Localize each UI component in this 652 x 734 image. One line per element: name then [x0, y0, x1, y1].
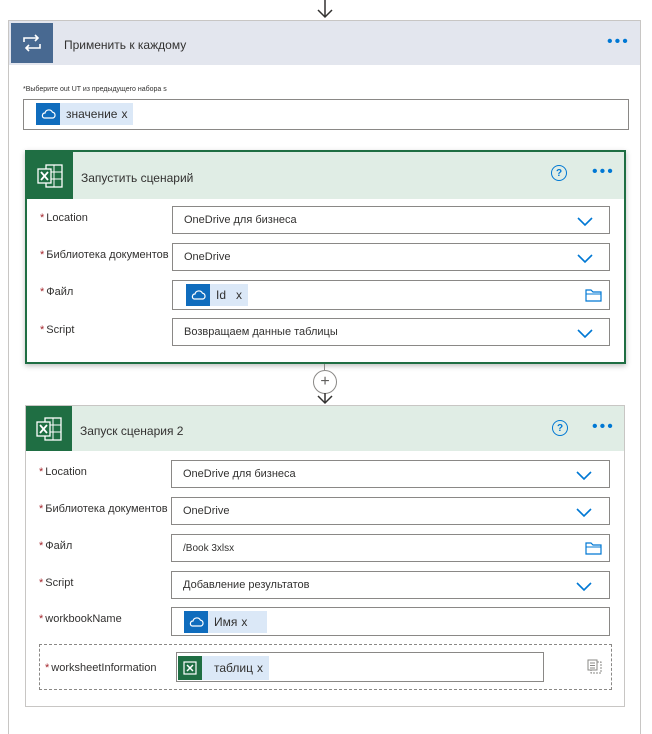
- select-output-input[interactable]: значение x: [23, 99, 629, 130]
- file-path-value: /Book 3xlsx: [183, 543, 235, 554]
- worksheet-information-label: * worksheetInformation: [45, 662, 157, 674]
- library-dropdown[interactable]: OneDrive: [172, 243, 610, 271]
- script-value: Возвращаем данные таблицы: [184, 326, 338, 338]
- location-value: OneDrive для бизнеса: [184, 214, 297, 226]
- onedrive-icon: [186, 284, 210, 306]
- workbook-name-input[interactable]: Имя x: [171, 607, 610, 636]
- remove-token-button[interactable]: x: [241, 615, 267, 629]
- chevron-down-icon: [577, 329, 593, 339]
- library-label: * Библиотека документов: [40, 249, 169, 261]
- arrow-down-icon: [317, 393, 333, 405]
- remove-token-button[interactable]: x: [236, 288, 248, 302]
- script-value: Добавление результатов: [183, 579, 310, 591]
- folder-icon[interactable]: [585, 288, 602, 302]
- id-token[interactable]: Id x: [186, 284, 249, 306]
- run-script-2-card: Запуск сценария 2 ? ••• * Location OneDri…: [25, 405, 625, 707]
- more-options-icon[interactable]: •••: [607, 33, 630, 51]
- excel-icon: [26, 406, 72, 451]
- array-switch-icon[interactable]: [587, 659, 603, 675]
- chevron-down-icon: [577, 217, 593, 227]
- apply-to-each-title: Применить к каждому: [64, 38, 187, 52]
- chevron-down-icon: [576, 582, 592, 592]
- script-label: * Script: [40, 324, 75, 336]
- location-label: * Location: [39, 466, 87, 478]
- id-token-label: Id: [216, 288, 227, 302]
- remove-token-button[interactable]: x: [121, 107, 133, 121]
- more-options-icon[interactable]: •••: [592, 163, 615, 181]
- run-script-2-header[interactable]: Запуск сценария 2 ? •••: [26, 406, 624, 451]
- onedrive-icon: [36, 103, 60, 125]
- add-step-icon[interactable]: +: [313, 370, 337, 394]
- apply-to-each-header[interactable]: Применить к каждому •••: [9, 21, 640, 65]
- onedrive-icon: [184, 611, 208, 633]
- value-token-label: значение: [66, 107, 118, 121]
- file-label: * Файл: [40, 286, 74, 298]
- table-token[interactable]: таблиц x: [178, 656, 269, 680]
- loop-icon: [11, 23, 53, 63]
- excel-icon: [178, 656, 202, 680]
- name-token[interactable]: Имя x: [184, 611, 268, 633]
- name-token-label: Имя: [214, 615, 238, 629]
- location-dropdown[interactable]: OneDrive для бизнеса: [171, 460, 610, 488]
- remove-token-button[interactable]: x: [257, 661, 269, 675]
- excel-icon: [27, 152, 73, 199]
- script-label: * Script: [39, 577, 74, 589]
- select-output-label: *Выберите out UT из предыдущего набора s: [23, 86, 167, 93]
- workbook-name-label: * workbookName: [39, 613, 122, 625]
- library-dropdown[interactable]: OneDrive: [171, 497, 610, 525]
- worksheet-information-input[interactable]: таблиц x: [176, 652, 544, 682]
- location-label: * Location: [40, 212, 88, 224]
- worksheet-information-container: * worksheetInformation таблиц x: [39, 644, 612, 690]
- library-label: * Библиотека документов: [39, 503, 168, 515]
- chevron-down-icon: [576, 471, 592, 481]
- run-script-2-title: Запуск сценария 2: [80, 424, 184, 438]
- file-label: * Файл: [39, 540, 73, 552]
- chevron-down-icon: [576, 508, 592, 518]
- arrow-down-icon: [317, 0, 333, 19]
- help-icon[interactable]: ?: [552, 420, 568, 436]
- run-script-header[interactable]: Запустить сценарий ? •••: [27, 152, 624, 199]
- file-input[interactable]: /Book 3xlsx: [171, 534, 610, 562]
- more-options-icon[interactable]: •••: [592, 418, 615, 436]
- help-icon[interactable]: ?: [551, 165, 567, 181]
- script-dropdown[interactable]: Возвращаем данные таблицы: [172, 318, 610, 346]
- file-input[interactable]: Id x: [172, 280, 610, 310]
- library-value: OneDrive: [183, 505, 230, 517]
- table-token-label: таблиц: [214, 661, 253, 675]
- library-value: OneDrive: [184, 251, 231, 263]
- value-token[interactable]: значение x: [36, 103, 134, 125]
- location-value: OneDrive для бизнеса: [183, 468, 296, 480]
- run-script-card: Запустить сценарий ? ••• * Location OneDr…: [25, 150, 626, 364]
- folder-icon[interactable]: [585, 541, 602, 555]
- chevron-down-icon: [577, 254, 593, 264]
- location-dropdown[interactable]: OneDrive для бизнеса: [172, 206, 610, 234]
- script-dropdown[interactable]: Добавление результатов: [171, 571, 610, 599]
- run-script-title: Запустить сценарий: [81, 171, 194, 185]
